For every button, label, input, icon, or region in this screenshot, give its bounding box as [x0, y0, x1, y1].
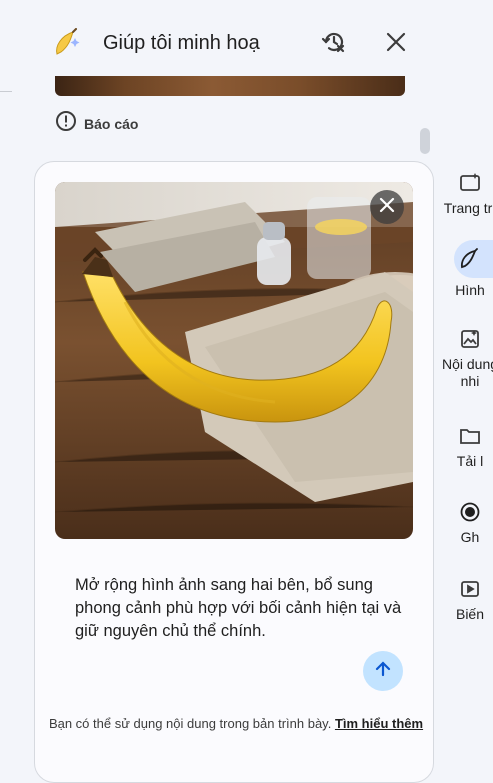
rail-label: Biến — [455, 606, 485, 622]
panel-title: Giúp tôi minh hoạ — [103, 32, 260, 54]
report-icon — [55, 110, 77, 137]
video-icon — [457, 576, 483, 602]
close-panel-button[interactable] — [380, 28, 412, 60]
usage-disclaimer: Bạn có thể sử dụng nội dung trong bản tr… — [40, 714, 432, 733]
rail-item-content[interactable]: Nội dung nhi — [430, 326, 493, 390]
record-icon — [457, 499, 483, 525]
previous-image-thumbnail[interactable] — [55, 76, 405, 96]
rail-item-record[interactable]: Gh — [430, 499, 493, 546]
close-icon — [385, 31, 407, 58]
scrollbar-thumb[interactable] — [420, 128, 430, 154]
generated-image[interactable] — [55, 182, 413, 539]
rail-item-decorate[interactable]: Trang trí — [430, 170, 493, 217]
banana-icon — [457, 246, 483, 272]
disclaimer-text: Bạn có thể sử dụng nội dung trong bản tr… — [48, 716, 335, 731]
prompt-text[interactable]: Mở rộng hình ảnh sang hai bên, bổ sung p… — [75, 574, 415, 643]
close-icon — [379, 197, 395, 218]
rail-item-upload[interactable]: Tải l — [430, 423, 493, 470]
folder-icon — [457, 423, 483, 449]
rail-item-video[interactable]: Biến — [430, 576, 493, 623]
banana-icon — [53, 28, 81, 58]
divider — [0, 91, 12, 92]
rail-label: Tải l — [456, 453, 484, 469]
slide-sparkle-icon — [457, 170, 483, 196]
rail-item-image[interactable]: Hình — [430, 246, 493, 299]
arrow-up-icon — [373, 659, 393, 684]
remove-image-button[interactable] — [370, 190, 404, 224]
rail-label: Trang trí — [443, 200, 493, 216]
image-icon — [457, 326, 483, 352]
report-label: Báo cáo — [84, 115, 139, 132]
rail-label: Hình — [455, 282, 485, 298]
history-clear-button[interactable] — [318, 28, 350, 60]
report-button[interactable]: Báo cáo — [55, 110, 138, 137]
history-clear-icon — [321, 29, 347, 60]
panel-header: Giúp tôi minh hoạ — [0, 0, 430, 86]
learn-more-link[interactable]: Tìm hiểu thêm — [335, 716, 423, 731]
rail-label: Nội dung nhi — [441, 356, 493, 389]
rail-label: Gh — [460, 529, 480, 545]
submit-button[interactable] — [363, 651, 403, 691]
